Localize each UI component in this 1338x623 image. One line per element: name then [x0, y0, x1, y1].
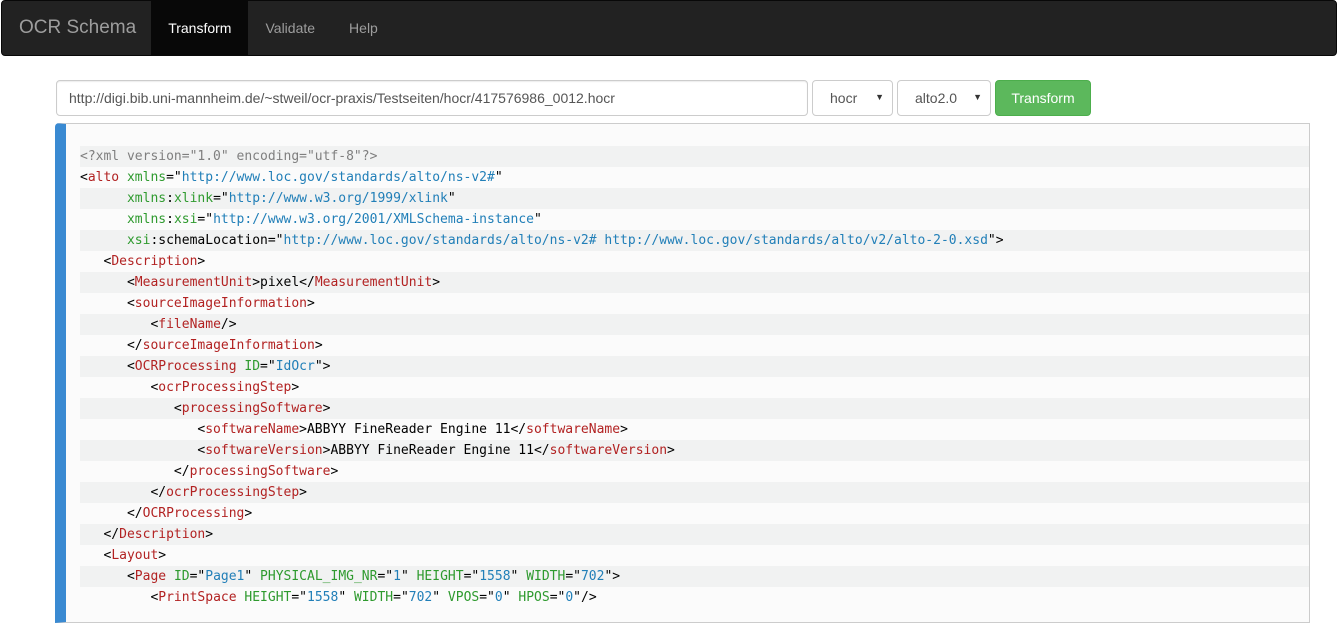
target-format-value: alto2.0: [915, 90, 958, 106]
xml-code-view: <?xml version="1.0" encoding="utf-8"?> <a…: [80, 146, 1309, 608]
code-line: </Description>: [80, 524, 1309, 545]
code-line: </processingSoftware>: [173, 464, 339, 479]
target-format-select[interactable]: alto2.0 ▼: [897, 80, 991, 116]
code-line: <fileName/>: [80, 314, 1309, 335]
xml-output-panel[interactable]: <?xml version="1.0" encoding="utf-8"?> <a…: [55, 123, 1310, 623]
code-line: xmlns:xsi="http://www.w3.org/2001/XMLSch…: [126, 212, 542, 227]
source-format-select[interactable]: hocr ▼: [812, 80, 893, 116]
top-navbar: OCR Schema Transform Validate Help: [1, 0, 1337, 56]
caret-down-icon: ▼: [973, 92, 982, 102]
code-line: <?xml version="1.0" encoding="utf-8"?>: [80, 146, 1309, 167]
code-line: <sourceImageInformation>: [126, 296, 315, 311]
nav-tab-validate[interactable]: Validate: [248, 1, 332, 55]
transform-button[interactable]: Transform: [995, 80, 1091, 116]
code-line: <alto xmlns="http://www.loc.gov/standard…: [80, 170, 503, 185]
code-line: <Description>: [103, 254, 206, 269]
nav-tab-transform[interactable]: Transform: [151, 1, 249, 55]
source-format-value: hocr: [830, 90, 858, 106]
code-line: xmlns:xlink="http://www.w3.org/1999/xlin…: [80, 188, 1309, 209]
code-line: <Page ID="Page1" PHYSICAL_IMG_NR="1" HEI…: [80, 566, 1309, 587]
code-line: <OCRProcessing ID="IdOcr">: [80, 356, 1309, 377]
code-line: </ocrProcessingStep>: [80, 482, 1309, 503]
brand-title[interactable]: OCR Schema: [2, 1, 151, 55]
code-line: <processingSoftware>: [80, 398, 1309, 419]
source-url-input[interactable]: [56, 80, 808, 116]
code-line: <softwareVersion>ABBYY FineReader Engine…: [80, 440, 1309, 461]
code-line: </OCRProcessing>: [126, 506, 253, 521]
code-line: </sourceImageInformation>: [126, 338, 323, 353]
code-line: <ocrProcessingStep>: [150, 380, 300, 395]
nav-tab-help[interactable]: Help: [332, 1, 395, 55]
code-line: <PrintSpace HEIGHT="1558" WIDTH="702" VP…: [150, 590, 597, 605]
code-line: <Layout>: [103, 548, 167, 563]
caret-down-icon: ▼: [875, 92, 884, 102]
code-line: xsi:schemaLocation="http://www.loc.gov/s…: [80, 230, 1309, 251]
code-line: <MeasurementUnit>pixel</MeasurementUnit>: [80, 272, 1309, 293]
code-line: <softwareName>ABBYY FineReader Engine 11…: [197, 422, 628, 437]
